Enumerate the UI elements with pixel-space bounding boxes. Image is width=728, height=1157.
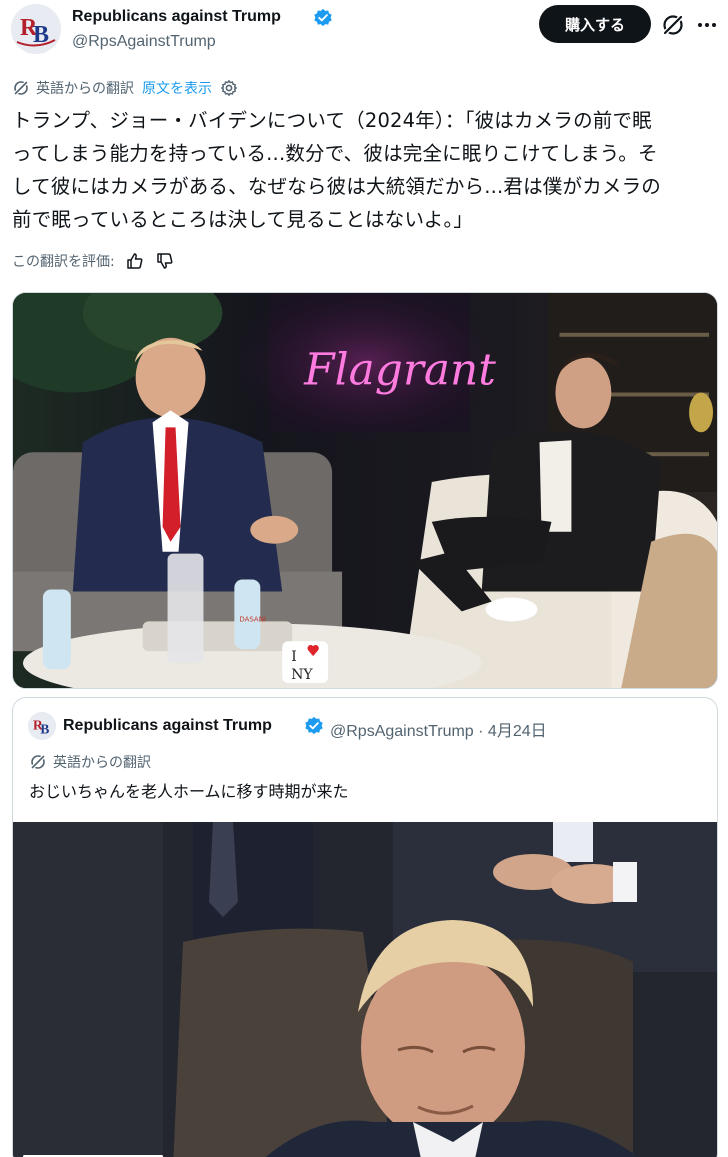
mug-text-bottom: NY	[291, 667, 313, 683]
quoted-handle-date[interactable]: @RpsAgainstTrump · 4月24日	[330, 717, 547, 741]
tweet-text-line: トランプ、ジョー・バイデンについて（2024年）：「彼はカメラの前で眠	[12, 109, 652, 132]
rb-logo-icon: R B	[28, 712, 56, 740]
bottle-label-text: DASANI	[239, 615, 266, 623]
author-handle[interactable]: @RpsAgainstTrump	[72, 33, 216, 51]
sleeping-scene-image	[13, 822, 717, 1157]
thumbs-down-icon[interactable]	[155, 251, 175, 271]
quoted-translation-info: 英語からの翻訳	[29, 752, 151, 772]
more-options-icon[interactable]	[694, 12, 720, 38]
verified-badge-icon	[314, 8, 332, 27]
quoted-author-avatar[interactable]: R B	[28, 712, 56, 740]
tweet-text-line: ってしまう能力を持っている...数分で、彼は完全に眠りこけてしまう。そ	[12, 142, 658, 165]
quoted-author-name[interactable]: Republicans against Trump	[63, 717, 272, 735]
podcast-scene-image: Flagrant DASANI I NY	[13, 293, 717, 688]
tweet-text-line: 前で眠っているところは決して見ることはないよ。」	[12, 208, 474, 231]
rate-translation-label: この翻訳を評価:	[12, 254, 115, 270]
gear-icon[interactable]	[220, 79, 238, 97]
buy-button[interactable]: 購入する	[539, 5, 651, 43]
tweet-text-line: して彼にはカメラがある、なぜなら彼は大統領だから...君は僕がカメラの	[12, 175, 662, 198]
tweet-image[interactable]: Flagrant DASANI I NY	[12, 292, 718, 689]
translation-info: 英語からの翻訳 原文を表示	[12, 78, 238, 98]
show-original-link[interactable]: 原文を表示	[142, 78, 212, 98]
neon-sign-text: Flagrant	[303, 345, 496, 396]
quoted-tweet[interactable]: R B Republicans against Trump @RpsAgains…	[12, 697, 718, 1157]
translation-label: 英語からの翻訳	[36, 81, 134, 97]
mug-text-top: I	[291, 649, 297, 665]
verified-badge-icon	[305, 716, 323, 735]
tweet-text: トランプ、ジョー・バイデンについて（2024年）：「彼はカメラの前で眠 ってしま…	[12, 104, 724, 236]
svg-text:B: B	[40, 721, 49, 736]
author-avatar[interactable]: R B	[11, 4, 61, 54]
rate-translation: この翻訳を評価:	[12, 250, 175, 272]
rb-logo-icon: R B	[11, 4, 61, 54]
author-name[interactable]: Republicans against Trump	[72, 8, 281, 26]
translate-icon	[30, 754, 46, 770]
thumbs-up-icon[interactable]	[125, 251, 145, 271]
quoted-tweet-video[interactable]	[13, 822, 717, 1157]
quoted-translation-label: 英語からの翻訳	[53, 755, 151, 771]
translate-icon	[13, 80, 29, 96]
grok-icon[interactable]	[659, 11, 687, 39]
tweet-header: R B Republicans against Trump @RpsAgains…	[0, 0, 728, 62]
quoted-tweet-text: おじいちゃんを老人ホームに移す時期が来た	[29, 782, 349, 801]
